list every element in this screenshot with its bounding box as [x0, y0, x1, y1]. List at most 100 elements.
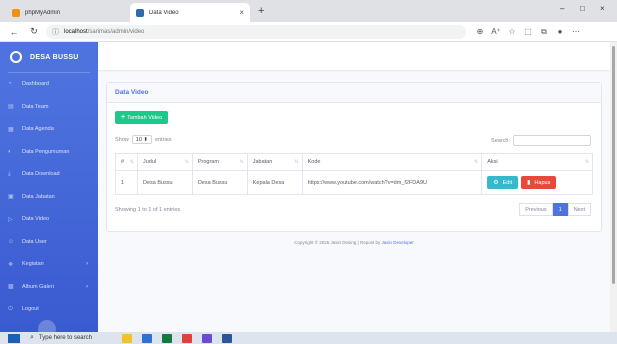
- window-close-icon[interactable]: ×: [600, 4, 605, 13]
- column-header-kode[interactable]: Kode ⇅: [301, 153, 483, 171]
- footer: Copyright © 2025 Jasin Desing | Repost b…: [98, 240, 610, 245]
- kegiatan-icon: ❖: [8, 261, 14, 268]
- reload-icon[interactable]: ↻: [28, 26, 40, 37]
- taskbar-app-icon[interactable]: [161, 333, 172, 343]
- search-input[interactable]: [513, 135, 591, 146]
- data-jabatan-icon: ▣: [8, 194, 14, 201]
- table-header-row: # ⇅ Judul ⇅ Program ⇅ Jabatan ⇅ Kode ⇅ Aksi ⇅: [115, 153, 593, 171]
- phpmyadmin-favicon-icon: [12, 8, 20, 17]
- sidebar-item-logout[interactable]: ⏻ Logout: [0, 298, 98, 321]
- sidebar-item-data-download[interactable]: ⤓ Data Download: [0, 163, 98, 186]
- close-tab-icon[interactable]: ×: [239, 8, 244, 17]
- sidebar-item-album-galeri[interactable]: ▩ Album Galeri ›: [0, 276, 98, 299]
- taskbar-apps: [112, 333, 232, 343]
- read-aloud-icon[interactable]: A⁺: [488, 27, 504, 36]
- add-video-label: Tambah Video: [127, 114, 163, 121]
- tab-phpmyadmin[interactable]: phpMyAdmin: [6, 3, 126, 22]
- column-header-label: Jabatan: [252, 159, 273, 165]
- sidebar-item-label: Data User: [22, 238, 47, 245]
- sidebar-item-label: Logout: [22, 306, 39, 313]
- taskbar-app-icon[interactable]: [201, 333, 212, 343]
- show-entries: Show 10 ⬍ entries: [115, 135, 172, 144]
- table-row: 1 Desa Bussu Desa Bussu Kepala Desa https://…: [115, 170, 593, 195]
- sidebar-item-kegiatan[interactable]: ❖ Kegiatan ›: [0, 253, 98, 276]
- sidebar: DESA BUSSU ◔ Dashboard ▤ Data Team ▦ Data Age…: [0, 42, 98, 338]
- sidebar-item-label: Dashboard: [22, 81, 49, 88]
- brand-logo-icon: [10, 51, 22, 63]
- footer-author-link[interactable]: Jasin Developer: [382, 240, 414, 245]
- album-galeri-icon: ▩: [8, 284, 14, 291]
- video-table: # ⇅ Judul ⇅ Program ⇅ Jabatan ⇅ Kode ⇅ Aksi ⇅ 1 Desa…: [115, 153, 593, 195]
- column-header-label: Judul: [142, 159, 157, 165]
- sidebar-item-data-jabatan[interactable]: ▣ Data Jabatan: [0, 186, 98, 209]
- taskbar-app-icon[interactable]: [121, 333, 132, 343]
- zoom-icon[interactable]: ⊕: [472, 27, 488, 36]
- pagination-page-1[interactable]: 1: [552, 203, 568, 216]
- sidebar-item-data-agenda[interactable]: ▦ Data Agenda: [0, 118, 98, 141]
- column-header-label: Aksi: [487, 159, 498, 165]
- data-video-icon: ▷: [8, 216, 13, 223]
- taskbar-app-icon[interactable]: [181, 333, 192, 343]
- sidebar-item-data-team[interactable]: ▤ Data Team: [0, 96, 98, 119]
- back-icon[interactable]: ←: [8, 27, 20, 37]
- column-header-number[interactable]: # ⇅: [115, 153, 138, 171]
- tab-data-video[interactable]: Data Video ×: [130, 3, 250, 22]
- delete-label: Hapus: [534, 179, 551, 186]
- column-header-label: Program: [197, 159, 219, 165]
- windows-start-icon[interactable]: [8, 333, 20, 343]
- entries-select-value: 10: [135, 136, 142, 143]
- column-header-jabatan[interactable]: Jabatan ⇅: [246, 153, 303, 171]
- plus-icon: +: [121, 114, 126, 121]
- sidebar-item-label: Data Pengumuman: [22, 148, 70, 155]
- profile-icon[interactable]: ●: [552, 27, 568, 36]
- pagination-next[interactable]: Next: [567, 203, 591, 216]
- brand-link[interactable]: DESA BUSSU: [0, 42, 98, 72]
- dashboard-icon: ◔: [8, 81, 12, 88]
- sidebar-item-data-user[interactable]: ☺ Data User: [0, 231, 98, 254]
- sidebar-item-label: Data Team: [22, 103, 49, 110]
- pagination-previous[interactable]: Previous: [519, 203, 553, 216]
- scrollbar-thumb[interactable]: [612, 46, 615, 284]
- entries-select[interactable]: 10 ⬍: [131, 135, 153, 144]
- sidebar-item-dashboard[interactable]: ◔ Dashboard: [0, 73, 98, 96]
- taskbar-app-icon[interactable]: [221, 333, 232, 343]
- more-options-icon[interactable]: ⋯: [568, 27, 584, 36]
- sidebar-item-data-pengumuman[interactable]: ◐ Data Pengumuman: [0, 141, 98, 164]
- maximize-icon[interactable]: □: [580, 4, 585, 13]
- sidebar-item-data-video[interactable]: ▷ Data Video: [0, 208, 98, 231]
- column-header-program[interactable]: Program ⇅: [191, 153, 248, 171]
- cell-jabatan: Kepala Desa: [246, 170, 303, 195]
- address-bar: ← ↻ ⓘ localhost /sarimas/admin/video ⊕ A…: [0, 22, 617, 42]
- favorite-star-icon[interactable]: ☆: [504, 27, 520, 36]
- data-team-icon: ▤: [8, 104, 14, 111]
- footer-copyright: Copyright © 2025 Jasin Desing | Repost b…: [294, 240, 381, 245]
- site-info-icon[interactable]: ⓘ: [52, 27, 59, 37]
- add-video-button[interactable]: + Tambah Video: [115, 111, 169, 124]
- sidebar-item-label: Data Jabatan: [22, 193, 55, 200]
- taskbar: ⌕ Type here to search: [0, 332, 617, 344]
- cell-number: 1: [115, 170, 138, 195]
- split-screen-icon[interactable]: ⬚: [520, 27, 536, 36]
- taskbar-search[interactable]: ⌕ Type here to search: [30, 334, 92, 342]
- main-content: Data Video + Tambah Video Show 10 ⬍ entr…: [98, 42, 610, 332]
- sidebar-item-label: Data Video: [22, 216, 50, 223]
- table-info: Showing 1 to 1 of 1 entries: [115, 207, 181, 213]
- cell-program: Desa Bussu: [191, 170, 248, 195]
- sidebar-item-label: Data Agenda: [22, 126, 54, 133]
- search: Search:: [491, 135, 591, 146]
- minimize-icon[interactable]: –: [560, 4, 564, 13]
- topbar: [98, 42, 610, 70]
- table-body: 1 Desa Bussu Desa Bussu Kepala Desa https://…: [115, 170, 593, 195]
- sidebar-item-label: Data Download: [22, 171, 60, 178]
- column-header-aksi[interactable]: Aksi ⇅: [481, 153, 593, 171]
- collections-icon[interactable]: ⧉: [536, 27, 552, 37]
- delete-button[interactable]: ▮ Hapus: [521, 176, 557, 189]
- taskbar-app-icon[interactable]: [141, 333, 152, 343]
- url-path: /sarimas/admin/video: [87, 28, 145, 35]
- sidebar-item-label: Album Galeri: [22, 283, 54, 290]
- new-tab-button[interactable]: +: [258, 5, 264, 17]
- url-input[interactable]: ⓘ localhost /sarimas/admin/video: [46, 24, 466, 39]
- edit-label: Edit: [502, 179, 513, 186]
- column-header-judul[interactable]: Judul ⇅: [136, 153, 193, 171]
- edit-button[interactable]: ⚙ Edit: [487, 176, 519, 189]
